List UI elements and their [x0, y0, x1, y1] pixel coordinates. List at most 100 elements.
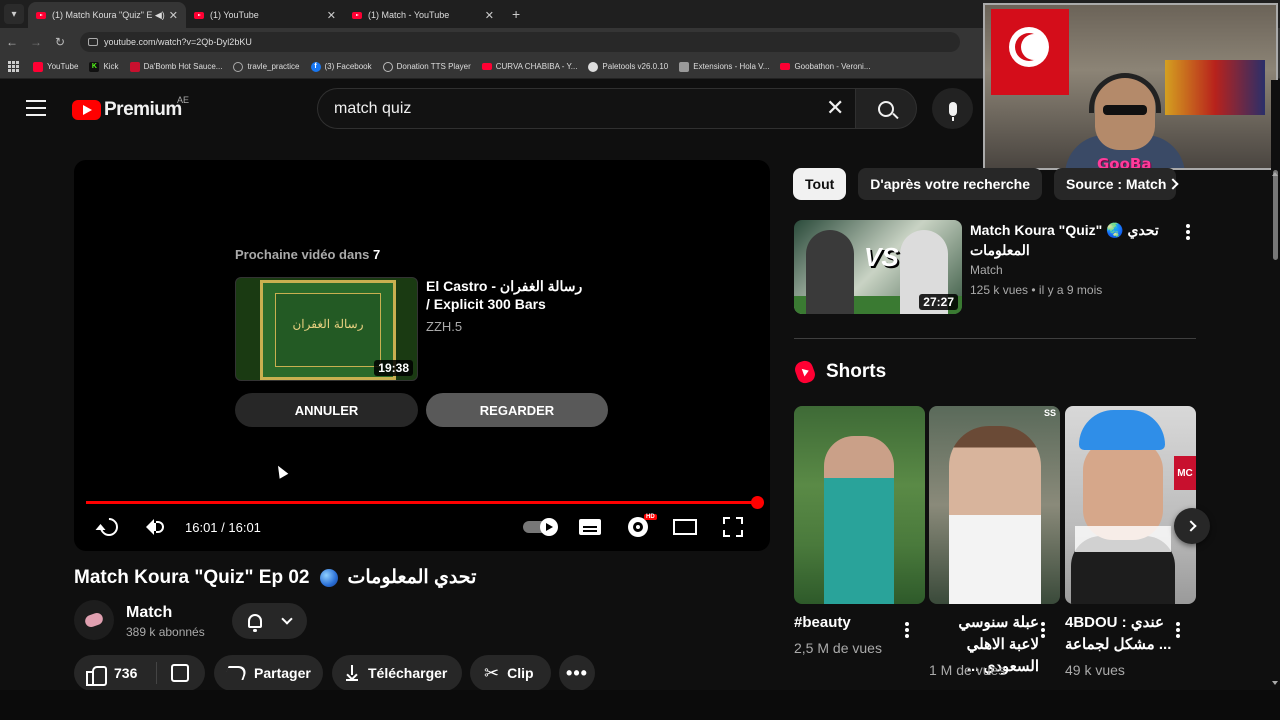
bookmark-item[interactable]: f (3) Facebook [310, 61, 372, 72]
next-label-text: Prochaine vidéo dans [235, 247, 370, 262]
youtube-favicon-icon [780, 63, 791, 70]
shorts-next-button[interactable] [1174, 508, 1210, 544]
more-options-icon[interactable] [1176, 622, 1180, 638]
divider [794, 338, 1196, 339]
bookmark-item[interactable]: Goobathon - Veroni... [780, 62, 871, 71]
bookmark-label: Paletools v26.0.10 [602, 62, 669, 71]
tab-audio-icon[interactable]: ◀) [155, 10, 165, 21]
scrollbar-thumb[interactable] [1273, 170, 1278, 260]
apps-grid-icon[interactable] [8, 61, 19, 72]
bookmark-item[interactable]: CURVA CHABIBA - Y... [481, 62, 577, 71]
download-button[interactable]: Télécharger [332, 655, 462, 691]
progress-bar[interactable] [86, 501, 758, 504]
clip-button[interactable]: ✂ Clip [470, 655, 551, 691]
channel-badge: MC [1174, 456, 1196, 490]
like-icon[interactable] [86, 664, 107, 686]
mute-button[interactable] [144, 513, 170, 541]
chip-source[interactable]: Source : Match [1054, 168, 1177, 200]
recommendation-title[interactable]: Match Koura "Quiz" 🌏 تحدي المعلومات [970, 220, 1170, 260]
video-player[interactable]: Prochaine vidéo dans 7 رسالة الغفران 19:… [74, 160, 770, 551]
tab-search-icon[interactable]: ▾ [4, 4, 24, 24]
bookmark-item[interactable]: Da'Bomb Hot Sauce... [129, 61, 222, 72]
tab-close-icon[interactable]: ✕ [169, 9, 178, 22]
site-info-icon[interactable] [88, 37, 98, 46]
youtube-premium-logo[interactable]: Premium AE [72, 95, 189, 121]
more-options-icon[interactable] [905, 622, 909, 638]
short-title[interactable]: 4BDOU : عندي مشكل لجماعة ... [1065, 612, 1175, 656]
next-video-thumbnail[interactable]: رسالة الغفران 19:38 [235, 277, 418, 381]
browser-tab[interactable]: (1) YouTube ✕ [186, 2, 344, 28]
bookmark-label: (3) Facebook [324, 62, 372, 71]
dislike-icon[interactable] [171, 664, 190, 682]
search-button[interactable] [855, 88, 917, 129]
bookmark-item[interactable]: Donation TTS Player [382, 61, 471, 72]
recommendation-channel[interactable]: Match [970, 263, 1003, 277]
menu-icon[interactable] [26, 100, 46, 116]
search-input[interactable]: match quiz [317, 88, 865, 129]
scrubber-handle[interactable] [751, 496, 764, 509]
shorts-heading: Shorts [826, 361, 887, 382]
scroll-down-icon[interactable] [1272, 681, 1278, 685]
youtube-logo-icon [72, 100, 101, 120]
subtitles-button[interactable] [578, 513, 602, 541]
youtube-favicon-icon [481, 63, 492, 70]
countdown: 7 [373, 247, 381, 262]
bookmark-label: Kick [103, 62, 119, 71]
share-button[interactable]: Partager [214, 655, 323, 691]
thumbnail-text: رسالة الغفران [292, 317, 364, 331]
bookmark-item[interactable]: Extensions - Hola V... [679, 61, 769, 72]
download-label: Télécharger [368, 665, 448, 681]
autoplay-toggle[interactable] [521, 513, 558, 541]
tab-close-icon[interactable]: ✕ [327, 9, 336, 22]
fullscreen-button[interactable] [721, 513, 745, 541]
forward-icon[interactable]: → [24, 35, 48, 49]
browser-tab-active[interactable]: (1) Match Koura "Quiz" Ep 0 ◀) ✕ [28, 2, 186, 28]
url-field[interactable]: youtube.com/watch?v=2Qb-Dyl2bKU [80, 31, 960, 52]
tab-close-icon[interactable]: ✕ [485, 9, 494, 22]
short-title[interactable]: #beauty [794, 612, 904, 634]
bookmark-item[interactable]: K Kick [89, 61, 119, 72]
chip-all[interactable]: Tout [793, 168, 847, 200]
voice-search-button[interactable] [932, 88, 973, 129]
bookmark-label: Goobathon - Veroni... [794, 62, 871, 71]
more-options-icon[interactable] [1186, 224, 1190, 240]
more-options-icon[interactable] [1041, 622, 1045, 638]
more-actions-button[interactable]: ••• [559, 655, 595, 691]
scissors-icon: ✂ [484, 662, 500, 683]
facebook-icon: f [310, 61, 321, 72]
replay-button[interactable] [96, 513, 122, 541]
chips-next-button[interactable] [1162, 172, 1184, 196]
bookmark-item[interactable]: travle_practice [233, 61, 300, 72]
recommendation-thumbnail[interactable]: VS 27:27 [794, 220, 962, 314]
shorts-header: Shorts [792, 358, 887, 386]
scroll-up-icon[interactable] [1272, 172, 1278, 176]
next-video-title[interactable]: El Castro - رسالة الغفران / Explicit 300… [426, 277, 586, 313]
subscriber-count: 389 k abonnés [126, 625, 205, 639]
chip-from-search[interactable]: D'après votre recherche [858, 168, 1043, 200]
clear-search-icon[interactable]: ✕ [826, 97, 844, 119]
bookmark-item[interactable]: YouTube [33, 61, 78, 72]
chevron-right-icon [1167, 178, 1179, 190]
gear-icon [628, 517, 648, 537]
bookmark-icon [33, 61, 43, 72]
back-icon[interactable]: ← [0, 35, 24, 49]
channel-name[interactable]: Match [126, 604, 172, 622]
short-thumbnail[interactable]: MC [1065, 406, 1196, 604]
notification-bell-button[interactable] [232, 603, 307, 639]
short-thumbnail[interactable] [794, 406, 925, 604]
channel-avatar[interactable] [74, 600, 114, 640]
search-value: match quiz [334, 99, 412, 117]
bookmark-item[interactable]: Paletools v26.0.10 [588, 61, 669, 72]
new-tab-button[interactable]: + [512, 6, 520, 22]
cancel-autoplay-button[interactable]: ANNULER [235, 393, 418, 427]
browser-tab[interactable]: (1) Match - YouTube ✕ [344, 2, 502, 28]
tab-title: (1) YouTube [210, 10, 259, 20]
country-code: AE [177, 95, 190, 105]
like-count[interactable]: 736 [114, 665, 137, 681]
share-label: Partager [254, 665, 311, 681]
sunglasses [1103, 105, 1147, 115]
reload-icon[interactable]: ↻ [48, 35, 72, 49]
theater-mode-button[interactable] [672, 513, 698, 541]
short-thumbnail[interactable]: SS [929, 406, 1060, 604]
watch-next-button[interactable]: REGARDER [426, 393, 608, 427]
